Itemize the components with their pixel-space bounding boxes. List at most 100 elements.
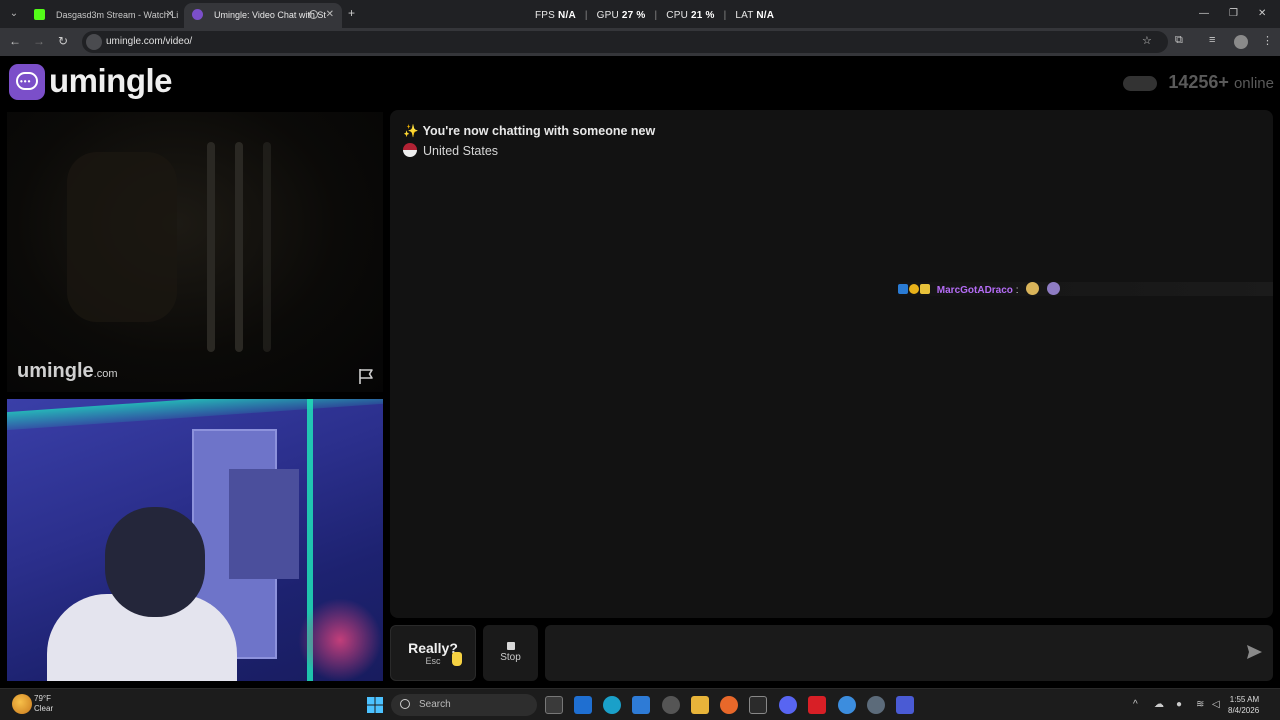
country-name: United States	[423, 144, 499, 158]
restore-icon[interactable]: ❐	[1229, 8, 1238, 19]
discord-icon[interactable]	[779, 696, 797, 714]
settings-gear-icon[interactable]	[867, 696, 885, 714]
video-person-head	[105, 507, 205, 617]
stranger-video: umingle.com	[7, 112, 383, 392]
report-flag-icon[interactable]	[357, 367, 375, 385]
tab-search-icon[interactable]: ⌄	[6, 6, 22, 22]
stop-label: Stop	[500, 652, 521, 663]
crown-badge-icon	[920, 284, 930, 294]
onedrive-icon[interactable]: ☁	[1154, 699, 1164, 710]
profile-avatar[interactable]	[1234, 35, 1248, 49]
taskbar-search[interactable]: Search	[391, 694, 537, 716]
volume-icon[interactable]: ◁	[1212, 699, 1220, 710]
clock-time: 1:55 AM	[1229, 695, 1260, 704]
weather-icon[interactable]	[12, 694, 32, 714]
site-info-icon[interactable]	[86, 34, 102, 50]
address-toolbar: ← → ↻ umingle.com/video/ ☆ ⧉ ≡ ⋮	[0, 28, 1280, 56]
sparkles-icon: ✨	[403, 124, 419, 138]
search-icon	[400, 699, 410, 709]
cpu-value: 21 %	[691, 10, 715, 21]
microphone-icon[interactable]: ●	[1176, 699, 1182, 710]
firefox-icon[interactable]	[720, 696, 738, 714]
url-text: umingle.com/video/	[106, 36, 193, 47]
stop-button[interactable]: Stop	[483, 625, 538, 681]
fps-value: N/A	[558, 10, 576, 21]
bookmark-star-icon[interactable]: ☆	[1142, 34, 1152, 47]
netflix-icon[interactable]	[808, 696, 826, 714]
search-label: Search	[419, 699, 451, 710]
epic-games-icon[interactable]	[749, 696, 767, 714]
app-icon[interactable]	[896, 696, 914, 714]
steam-icon[interactable]	[662, 696, 680, 714]
fps-label: FPS	[535, 10, 556, 21]
tab-stream[interactable]: Dasgasd3m Stream - Watch Li ✕	[26, 3, 182, 28]
send-icon[interactable]	[1244, 642, 1264, 662]
outlook-icon[interactable]	[574, 696, 592, 714]
overlay-separator: :	[1015, 285, 1019, 296]
weather-temp: 79°F	[34, 694, 51, 703]
windows-start-icon[interactable]	[367, 697, 383, 713]
gpu-value: 27 %	[621, 10, 646, 21]
wifi-icon[interactable]: ≋	[1196, 699, 1204, 710]
forward-arrow-icon[interactable]: →	[33, 34, 45, 48]
online-count: 14256+	[1168, 72, 1229, 92]
toggle-switch[interactable]	[1123, 75, 1158, 91]
cpu-label: CPU	[666, 10, 689, 21]
lat-label: LAT	[735, 10, 754, 21]
tab-media-icon[interactable]: ≡	[1209, 34, 1215, 46]
umingle-logo-icon[interactable]: •••	[9, 64, 45, 100]
stop-square-icon	[506, 642, 515, 650]
system-message-text: You're now chatting with someone new	[422, 124, 656, 138]
emote-icon	[1047, 282, 1061, 295]
close-tab-icon[interactable]: ✕	[166, 9, 174, 20]
hand-cursor-icon	[452, 652, 462, 666]
us-flag-icon	[403, 143, 417, 157]
windows-taskbar: 79°F Clear Search ^ ☁ ● ≋ ◁ 1:55 AM 8/4/…	[0, 688, 1280, 720]
more-menu-icon[interactable]: ⋮	[1262, 34, 1273, 47]
close-window-icon[interactable]: ✕	[1258, 8, 1266, 19]
store-icon[interactable]	[632, 696, 650, 714]
close-tab-icon[interactable]: ✕	[326, 9, 334, 20]
back-arrow-icon[interactable]: ←	[9, 34, 21, 48]
edge-icon[interactable]	[603, 696, 621, 714]
video-scene-glow	[297, 599, 383, 681]
emote-icon	[1026, 282, 1040, 295]
skip-button[interactable]: Really? Esc	[390, 625, 476, 681]
separator: |	[654, 10, 658, 21]
overlay-username: MarcGotADraco	[936, 285, 1013, 296]
file-explorer-icon[interactable]	[691, 696, 709, 714]
badge-icon	[909, 284, 919, 294]
chat-log: ✨ You're now chatting with someone new Un…	[390, 110, 1273, 618]
message-input[interactable]	[545, 625, 1273, 681]
dots-icon: •••	[20, 77, 32, 86]
site-logo-text[interactable]: umingle	[49, 62, 173, 100]
address-bar[interactable]: umingle.com/video/	[82, 31, 1168, 53]
video-stripe	[235, 142, 243, 352]
video-stripe	[263, 142, 271, 352]
task-view-icon[interactable]	[545, 696, 563, 714]
extensions-icon[interactable]: ⧉	[1175, 34, 1183, 47]
skip-hint: Esc	[425, 656, 441, 666]
separator: |	[723, 10, 727, 21]
tray-overflow-icon[interactable]: ^	[1133, 699, 1138, 710]
system-clock[interactable]: 1:55 AM 8/4/2026	[1228, 694, 1259, 716]
video-shadow	[67, 152, 177, 322]
tab-title: Dasgasd3m Stream - Watch Li	[56, 10, 179, 20]
weather-widget[interactable]: 79°F Clear	[34, 694, 53, 714]
video-scene-light	[7, 399, 383, 431]
stranger-country: United States	[403, 143, 498, 158]
badge-icon	[898, 284, 908, 294]
performance-overlay: FPS N/A | GPU 27 % | CPU 21 % | LAT N/A	[535, 10, 774, 21]
video-watermark: umingle.com	[17, 360, 118, 383]
self-video	[7, 399, 383, 681]
new-tab-icon[interactable]: +	[348, 6, 355, 20]
minimize-icon[interactable]: —	[1199, 8, 1209, 19]
umingle-page: ••• umingle 14256+ online umingle.com ✨ Y…	[0, 56, 1280, 688]
chrome-icon[interactable]	[838, 696, 856, 714]
video-stripe	[207, 142, 215, 352]
tab-umingle[interactable]: Umingle: Video Chat with St ✕	[184, 3, 342, 28]
gpu-label: GPU	[596, 10, 619, 21]
system-message: ✨ You're now chatting with someone new	[403, 124, 655, 139]
online-counter: 14256+ online	[1123, 72, 1274, 93]
reload-icon[interactable]: ↻	[58, 34, 68, 48]
